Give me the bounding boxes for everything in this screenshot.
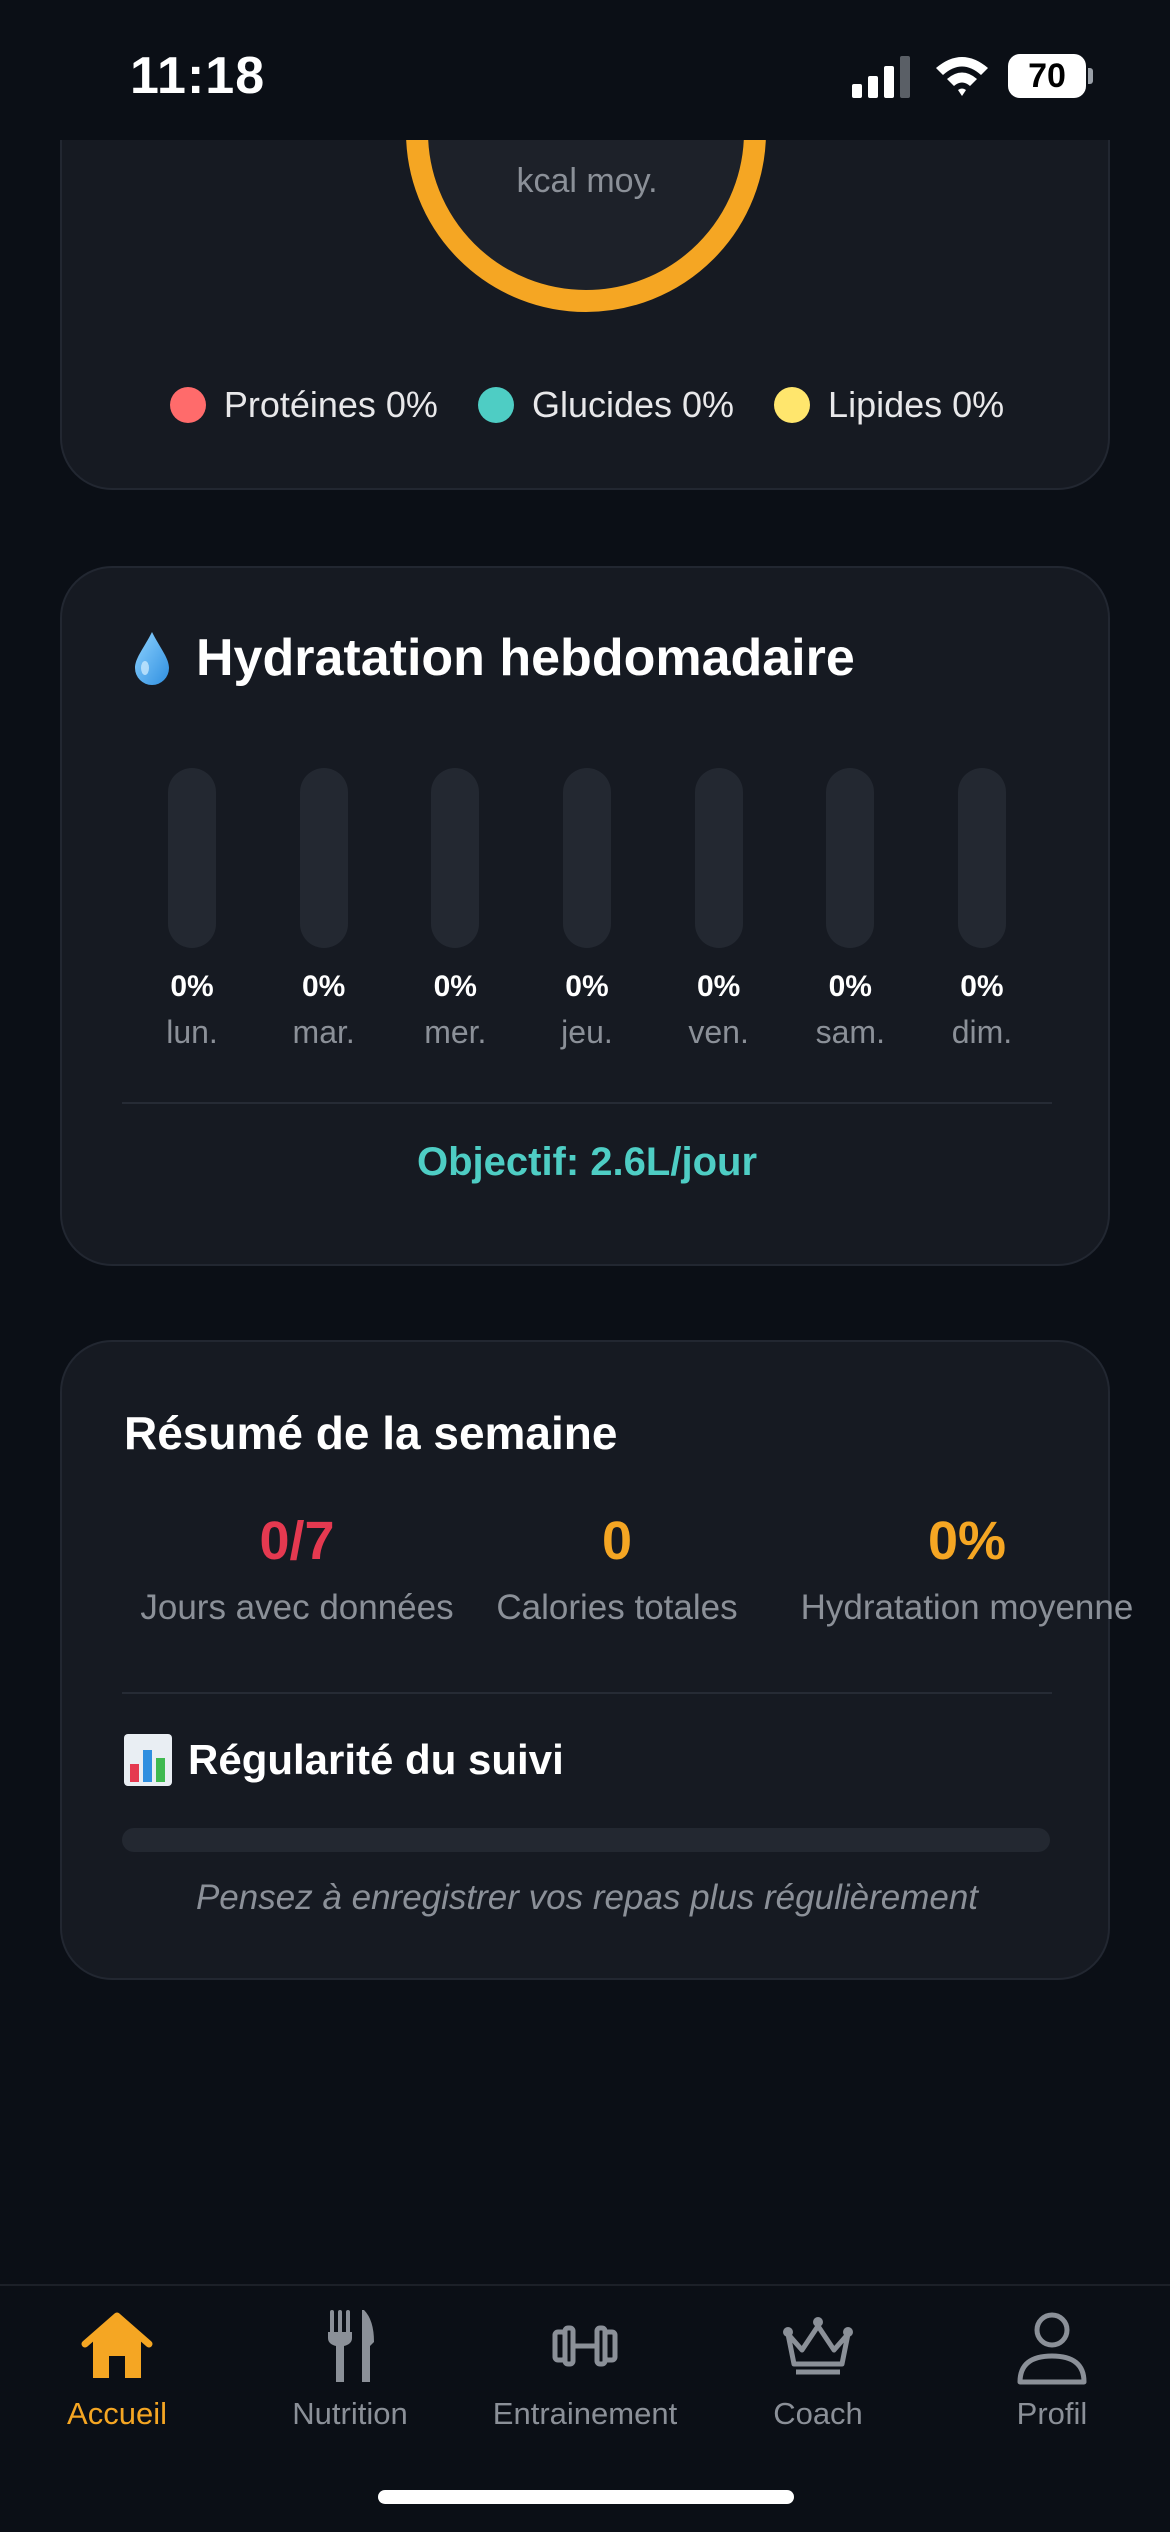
legend-label: Protéines 0% <box>223 384 438 425</box>
tab-profil[interactable]: Profil <box>937 2306 1167 2432</box>
day-label: mar. <box>292 1014 355 1050</box>
hydration-goal: Objectif: 2.6L/jour <box>416 1140 758 1184</box>
legend-label: Lipides 0% <box>828 384 1005 425</box>
stat-days-with-data: 0/7 Jours avec données <box>122 1510 472 1628</box>
wifi-icon <box>936 57 988 96</box>
home-indicator[interactable] <box>378 2490 794 2504</box>
day-bar <box>694 768 743 948</box>
status-time: 11:18 <box>130 47 266 105</box>
hydration-bars: 0% lun. 0% mar. 0% mer. 0% jeu. 0% ven. … <box>142 768 1032 1058</box>
day-bar <box>168 768 216 948</box>
divider <box>122 1102 1052 1104</box>
day-label: jeu. <box>561 1014 613 1050</box>
day-percent: 0% <box>301 970 346 1003</box>
tab-coach[interactable]: Coach <box>703 2306 933 2432</box>
day-bar <box>957 768 1006 948</box>
day-label: lun. <box>166 1014 218 1050</box>
day-bar <box>826 768 875 948</box>
tab-label: Accueil <box>67 2396 167 2431</box>
day-percent: 0% <box>828 970 872 1003</box>
legend-item-proteins: Protéines 0% <box>169 384 438 426</box>
battery-cap <box>1088 68 1093 84</box>
cellular-signal-icon <box>852 56 910 98</box>
weekly-summary-card: Résumé de la semaine 0/7 Jours avec donn… <box>60 1340 1133 1980</box>
day-column[interactable]: 0% dim. <box>932 768 1032 1058</box>
stat-label: Hydratation moyenne <box>800 1588 1134 1627</box>
day-bar <box>562 768 611 948</box>
hydration-card: Hydratation hebdomadaire 0% lun. 0% mar.… <box>60 566 1110 1266</box>
stat-total-calories: 0 Calories totales <box>482 1510 752 1628</box>
day-percent: 0% <box>170 970 214 1003</box>
fork-knife-icon <box>328 2310 374 2382</box>
divider <box>122 1692 1052 1694</box>
summary-stats: 0/7 Jours avec données 0 Calories totale… <box>122 1510 1133 1630</box>
day-percent: 0% <box>433 970 477 1003</box>
day-label: dim. <box>951 1014 1013 1050</box>
day-bar <box>431 768 480 948</box>
day-bar <box>299 768 348 948</box>
regularity-hint: Pensez à enregistrer vos repas plus régu… <box>195 1878 979 1917</box>
tab-nutrition[interactable]: Nutrition <box>235 2306 465 2432</box>
summary-title: Résumé de la semaine <box>124 1407 618 1459</box>
droplet-icon <box>135 632 169 685</box>
stat-value: 0/7 <box>259 1511 335 1571</box>
day-column[interactable]: 0% lun. <box>142 768 242 1058</box>
bar-chart-icon <box>124 1734 172 1786</box>
stat-label: Calories totales <box>496 1588 738 1627</box>
stat-avg-hydration: 0% Hydratation moyenne <box>782 1510 1152 1628</box>
day-label: mer. <box>424 1014 487 1050</box>
stat-label: Jours avec données <box>140 1588 454 1627</box>
tab-label: Nutrition <box>292 2396 408 2431</box>
hydration-title: Hydratation hebdomadaire <box>196 629 855 687</box>
person-icon <box>1017 2312 1087 2385</box>
legend-item-carbs: Glucides 0% <box>477 384 735 426</box>
battery-indicator: 70 <box>1008 54 1093 98</box>
legend-item-fats: Lipides 0% <box>774 384 1004 426</box>
stat-value: 0 <box>601 1511 633 1571</box>
legend-dot <box>169 387 206 423</box>
legend-dot <box>477 387 514 423</box>
day-label: ven. <box>688 1014 749 1050</box>
tab-label: Coach <box>773 2396 863 2431</box>
tab-accueil[interactable]: Accueil <box>2 2306 232 2432</box>
day-column[interactable]: 0% jeu. <box>537 768 637 1058</box>
tab-entrainement[interactable]: Entrainement <box>470 2306 700 2432</box>
regularity-title: Régularité du suivi <box>188 1736 564 1783</box>
status-bar: 11:18 70 <box>0 0 1170 140</box>
day-column[interactable]: 0% mer. <box>405 768 505 1058</box>
tab-label: Entrainement <box>492 2396 678 2431</box>
stat-value: 0% <box>927 1511 1007 1571</box>
hydration-header: Hydratation hebdomadaire <box>132 628 855 688</box>
day-column[interactable]: 0% mar. <box>274 768 374 1058</box>
tab-label: Profil <box>1016 2396 1088 2431</box>
dumbbell-icon <box>552 2325 618 2367</box>
ring-label: kcal moy. <box>516 162 658 200</box>
regularity-progress-bar <box>122 1828 1050 1852</box>
legend-dot <box>774 387 811 423</box>
day-percent: 0% <box>565 970 609 1003</box>
day-column[interactable]: 0% sam. <box>800 768 900 1058</box>
battery-level: 70 <box>1008 54 1086 98</box>
day-column[interactable]: 0% ven. <box>669 768 769 1058</box>
day-label: sam. <box>815 1014 885 1050</box>
legend-label: Glucides 0% <box>531 384 735 425</box>
macro-legend: Protéines 0% Glucides 0% Lipides 0% <box>62 384 1108 426</box>
day-percent: 0% <box>696 970 741 1003</box>
crown-icon <box>783 2317 853 2375</box>
day-percent: 0% <box>960 970 1004 1003</box>
home-icon <box>81 2312 153 2378</box>
regularity-header: Régularité du suivi <box>124 1734 564 1786</box>
